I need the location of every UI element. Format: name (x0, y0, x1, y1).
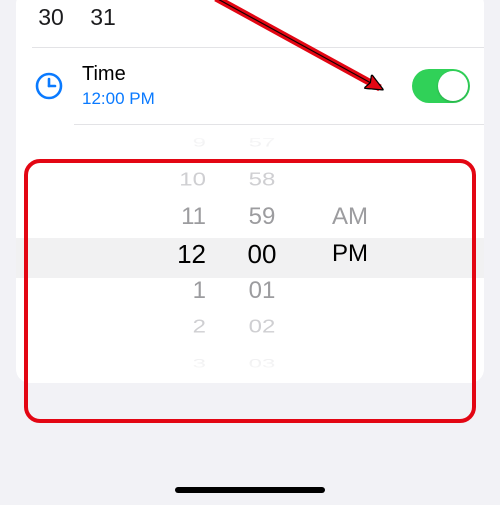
calendar-day[interactable]: 30 (34, 4, 68, 31)
time-picker[interactable]: 9 10 11 12 1 2 3 57 58 59 00 01 02 03 (16, 125, 484, 383)
clock-icon (34, 71, 64, 101)
picker-option[interactable]: 9 (193, 134, 206, 152)
picker-option[interactable]: 03 (249, 355, 276, 373)
picker-option-selected[interactable]: PM (332, 236, 368, 273)
picker-option[interactable]: AM (332, 199, 368, 236)
picker-option-selected[interactable]: 12 (177, 236, 206, 273)
time-selected-value: 12:00 PM (82, 89, 412, 109)
picker-option[interactable]: 3 (193, 355, 206, 373)
time-toggle[interactable] (412, 69, 470, 103)
calendar-trailing-row: 30 31 (16, 0, 484, 47)
picker-option[interactable]: 02 (249, 314, 276, 342)
picker-minutes-column[interactable]: 57 58 59 00 01 02 03 (206, 125, 318, 383)
picker-option[interactable]: 57 (249, 134, 276, 152)
picker-option[interactable]: 1 (193, 272, 206, 309)
picker-option[interactable]: 01 (249, 272, 276, 309)
picker-option[interactable]: 59 (249, 199, 276, 236)
picker-option[interactable]: 11 (181, 199, 206, 236)
picker-option[interactable]: 10 (179, 166, 206, 194)
picker-option[interactable]: 2 (193, 314, 206, 342)
time-row: Time 12:00 PM (16, 48, 484, 124)
picker-hours-column[interactable]: 9 10 11 12 1 2 3 (16, 125, 206, 383)
picker-option-selected[interactable]: 00 (248, 236, 277, 273)
settings-card: 30 31 Time 12:00 PM 9 10 11 (16, 0, 484, 383)
calendar-day[interactable]: 31 (86, 4, 120, 31)
picker-ampm-column[interactable]: AM PM (318, 125, 478, 383)
time-text-group: Time 12:00 PM (82, 63, 412, 109)
picker-option[interactable]: 58 (249, 166, 276, 194)
home-indicator[interactable] (175, 487, 325, 493)
time-label: Time (82, 63, 412, 85)
toggle-knob (438, 71, 468, 101)
